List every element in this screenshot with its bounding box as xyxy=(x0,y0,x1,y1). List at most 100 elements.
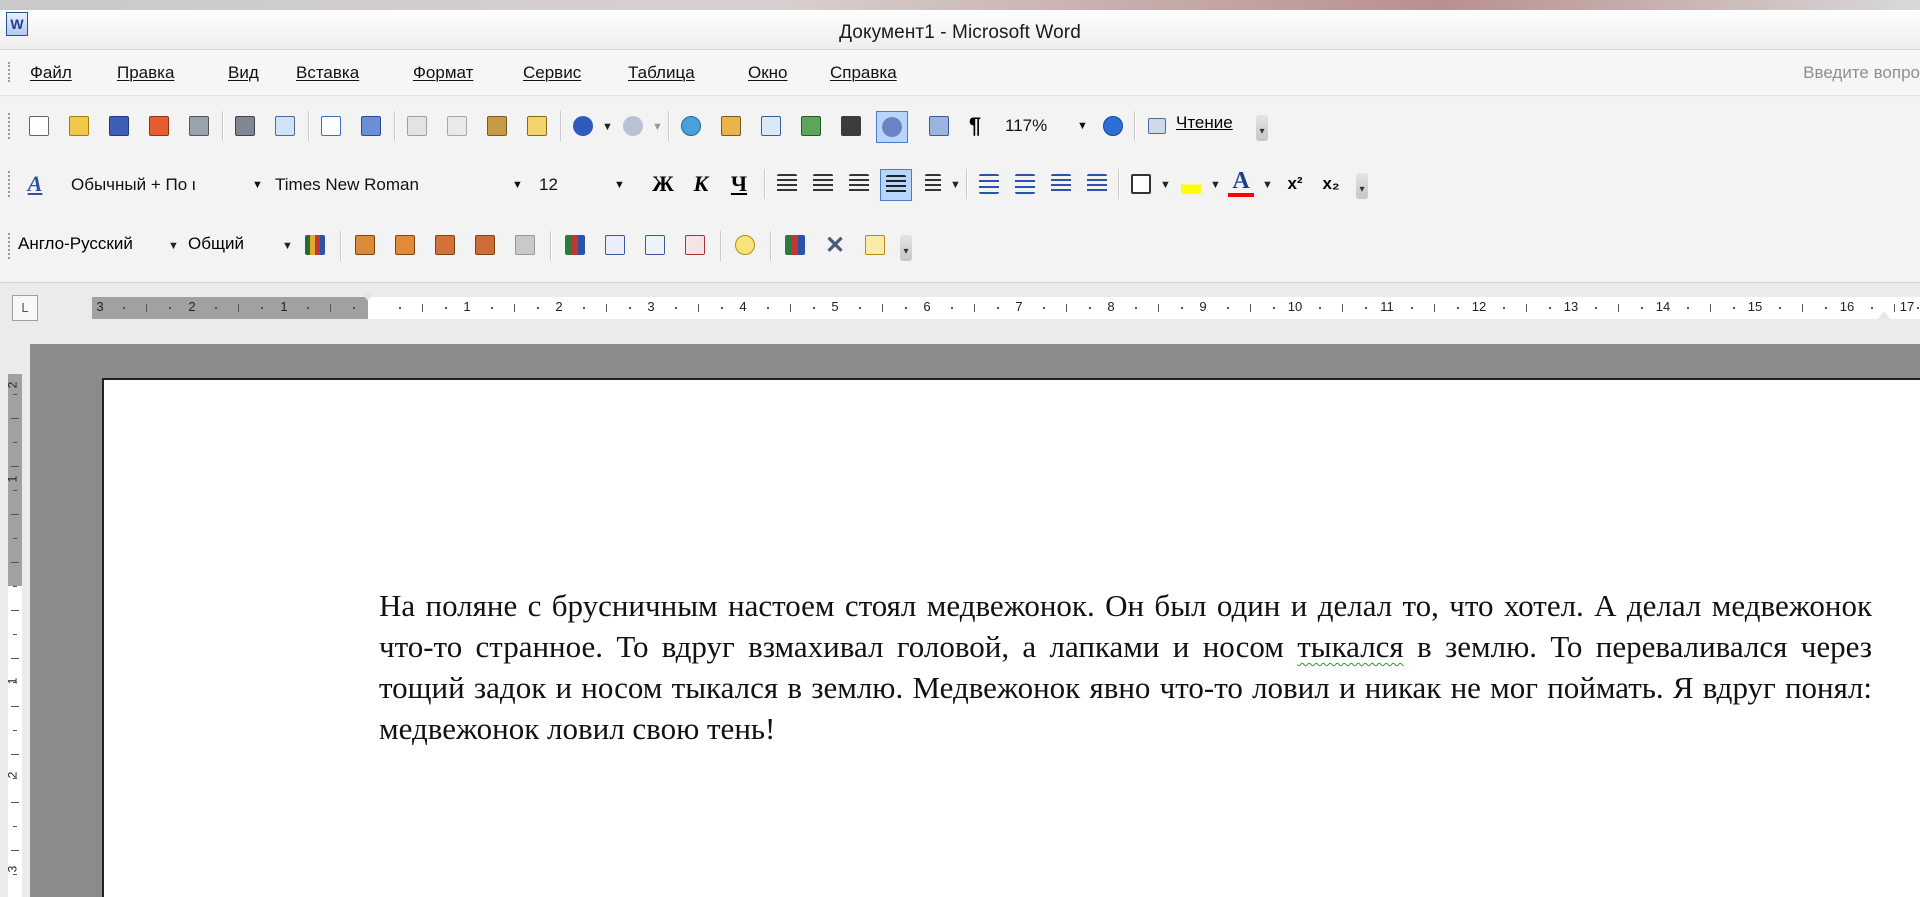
tab-selector-icon[interactable]: L xyxy=(12,295,38,321)
save-icon[interactable] xyxy=(106,113,132,139)
dictionary-help-icon[interactable] xyxy=(862,232,888,258)
first-line-indent-marker[interactable] xyxy=(362,293,374,301)
print-preview-icon[interactable] xyxy=(232,113,258,139)
numbering-icon[interactable] xyxy=(976,171,1002,197)
align-right-icon[interactable] xyxy=(846,171,872,197)
menu-edit[interactable]: Правка xyxy=(117,63,174,83)
insert-excel-icon[interactable] xyxy=(798,113,824,139)
undo-dropdown-icon[interactable]: ▼ xyxy=(602,121,613,133)
title-bar[interactable]: W Документ1 - Microsoft Word xyxy=(0,10,1920,50)
reading-button[interactable]: Чтение xyxy=(1176,113,1233,133)
borders-dropdown-icon[interactable]: ▼ xyxy=(1160,179,1171,191)
menu-window[interactable]: Окно xyxy=(748,63,788,83)
menu-table[interactable]: Таблица xyxy=(628,63,695,83)
menu-grip[interactable] xyxy=(8,62,12,82)
decrease-indent-icon[interactable] xyxy=(1048,171,1074,197)
dictionary-disabled-icon[interactable] xyxy=(512,232,538,258)
dictionary-tools-icon[interactable]: ✕ xyxy=(822,232,848,259)
columns-icon[interactable] xyxy=(838,113,864,139)
print-icon[interactable] xyxy=(186,113,212,139)
hyperlink-icon[interactable] xyxy=(678,113,704,139)
superscript-icon[interactable]: x² xyxy=(1282,171,1308,197)
underline-button[interactable]: Ч xyxy=(726,171,752,197)
font-combo[interactable]: Times New Roman xyxy=(270,171,504,199)
styles-formatting-icon[interactable]: A xyxy=(22,171,48,197)
justify-icon[interactable] xyxy=(880,169,912,201)
help-question-box[interactable]: Введите вопро xyxy=(1803,63,1920,83)
increase-indent-icon[interactable] xyxy=(1084,171,1110,197)
toolbar-grip[interactable] xyxy=(8,233,12,259)
dictionary-books2-icon[interactable] xyxy=(782,232,808,258)
dictionary-mode-menu[interactable]: Общий xyxy=(188,234,244,254)
bullets-icon[interactable] xyxy=(1012,171,1038,197)
vertical-ruler[interactable]: 2 1 1 2 3 xyxy=(0,344,30,897)
align-center-icon[interactable] xyxy=(810,171,836,197)
font-color-dropdown-icon[interactable]: ▼ xyxy=(1262,179,1273,191)
toolbar-grip[interactable] xyxy=(8,113,12,139)
copy-icon[interactable] xyxy=(444,113,470,139)
font-size-combo[interactable]: 12 xyxy=(534,171,608,199)
style-dropdown-icon[interactable]: ▼ xyxy=(252,179,263,191)
toolbar-options-chevron-icon[interactable]: ▾ xyxy=(1356,173,1368,199)
spell-check-word[interactable]: тыкался xyxy=(1297,629,1404,664)
insert-table-icon[interactable] xyxy=(758,113,784,139)
dictionary-examples-icon[interactable] xyxy=(472,232,498,258)
language-pair-dropdown-icon[interactable]: ▼ xyxy=(168,240,179,252)
menu-tools[interactable]: Сервис xyxy=(523,63,581,83)
zoom-dropdown-icon[interactable]: ▼ xyxy=(1077,120,1088,132)
right-indent-marker[interactable] xyxy=(1878,311,1890,319)
toolbar-options-chevron-icon[interactable]: ▾ xyxy=(900,235,912,261)
dictionary-pronounce-icon[interactable] xyxy=(732,232,758,258)
dictionary-check-icon[interactable] xyxy=(642,232,668,258)
cut-icon[interactable] xyxy=(404,113,430,139)
dictionary-translate-icon[interactable] xyxy=(392,232,418,258)
dictionary-phrase-icon[interactable] xyxy=(432,232,458,258)
menu-file[interactable]: Файл xyxy=(30,63,72,83)
horizontal-ruler[interactable]: 3 2 1 1 2 3 4 5 6 7 8 9 10 11 12 13 14 1… xyxy=(92,293,1920,319)
style-combo[interactable]: Обычный + По ι xyxy=(66,171,244,199)
borders-icon[interactable] xyxy=(1128,171,1154,197)
subscript-icon[interactable]: x₂ xyxy=(1318,171,1344,197)
toolbar-options-chevron-icon[interactable]: ▾ xyxy=(1256,115,1268,141)
document-map-icon[interactable] xyxy=(926,113,952,139)
format-painter-icon[interactable] xyxy=(524,113,550,139)
dictionary-list-icon[interactable] xyxy=(682,232,708,258)
undo-icon[interactable] xyxy=(570,113,596,139)
highlight-dropdown-icon[interactable]: ▼ xyxy=(1210,179,1221,191)
dictionary-library-icon[interactable] xyxy=(562,232,588,258)
show-hide-icon[interactable]: ¶ xyxy=(962,113,988,139)
font-size-dropdown-icon[interactable]: ▼ xyxy=(614,179,625,191)
help-icon[interactable] xyxy=(1100,113,1126,139)
paste-icon[interactable] xyxy=(484,113,510,139)
menu-view[interactable]: Вид xyxy=(228,63,259,83)
align-left-icon[interactable] xyxy=(774,171,800,197)
bold-button[interactable]: Ж xyxy=(650,171,676,197)
dictionary-lookup-icon[interactable] xyxy=(352,232,378,258)
menu-insert[interactable]: Вставка xyxy=(296,63,359,83)
dictionary-mode-dropdown-icon[interactable]: ▼ xyxy=(282,240,293,252)
document-paragraph[interactable]: На поляне с брусничным настоем стоял мед… xyxy=(379,585,1872,749)
highlight-icon[interactable] xyxy=(1178,171,1204,197)
italic-button[interactable]: К xyxy=(688,171,714,197)
redo-dropdown-icon[interactable]: ▼ xyxy=(652,121,663,133)
open-icon[interactable] xyxy=(66,113,92,139)
research-icon[interactable] xyxy=(358,113,384,139)
reading-layout-icon[interactable] xyxy=(1144,113,1170,139)
search-doc-icon[interactable] xyxy=(272,113,298,139)
menu-help[interactable]: Справка xyxy=(830,63,897,83)
tables-borders-icon[interactable] xyxy=(718,113,744,139)
line-spacing-icon[interactable] xyxy=(920,171,946,197)
dictionary-books-icon[interactable] xyxy=(302,232,328,258)
line-spacing-dropdown-icon[interactable]: ▼ xyxy=(950,179,961,191)
new-document-icon[interactable] xyxy=(26,113,52,139)
spelling-icon[interactable] xyxy=(318,113,344,139)
menu-format[interactable]: Формат xyxy=(413,63,473,83)
font-dropdown-icon[interactable]: ▼ xyxy=(512,179,523,191)
redo-icon[interactable] xyxy=(620,113,646,139)
font-color-icon[interactable]: A xyxy=(1228,168,1254,197)
dictionary-search-icon[interactable] xyxy=(602,232,628,258)
document-page[interactable]: На поляне с брусничным настоем стоял мед… xyxy=(102,378,1920,897)
permission-icon[interactable] xyxy=(146,113,172,139)
drawing-icon[interactable] xyxy=(876,111,908,143)
toolbar-grip[interactable] xyxy=(8,171,12,197)
